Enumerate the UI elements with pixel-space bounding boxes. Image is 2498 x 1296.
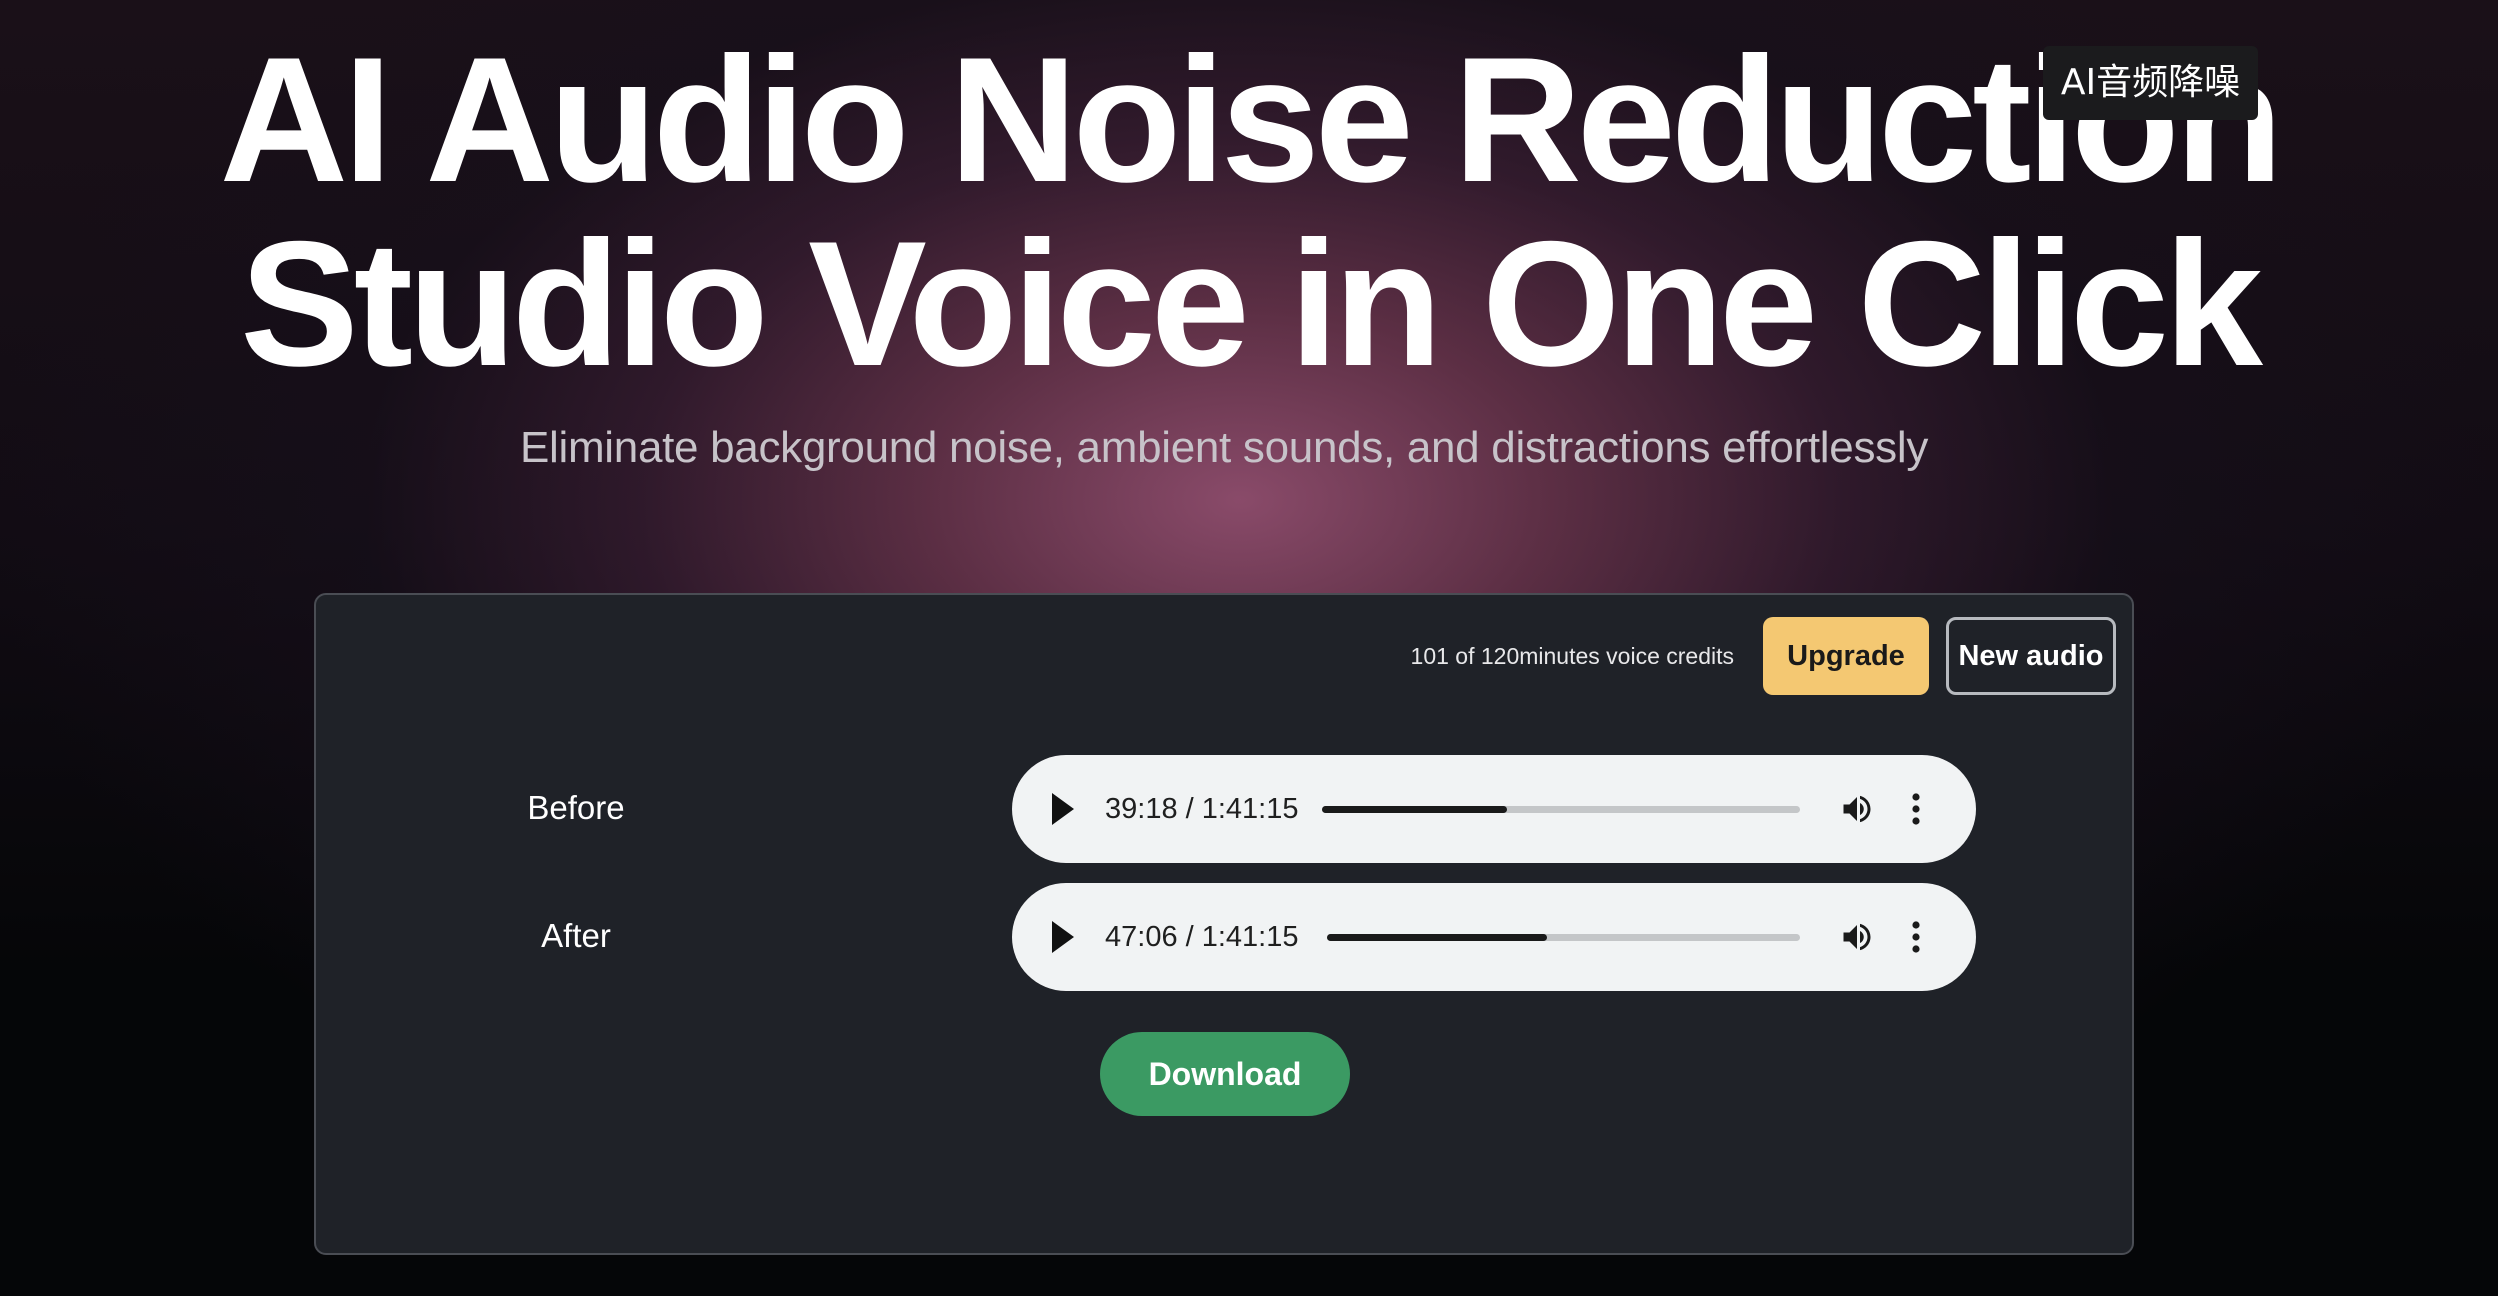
seek-bar[interactable]: [1327, 934, 1800, 941]
seek-bar[interactable]: [1322, 806, 1800, 813]
seek-progress: [1322, 806, 1508, 813]
upgrade-button[interactable]: Upgrade: [1763, 617, 1929, 695]
volume-icon[interactable]: [1839, 791, 1875, 827]
page: AI Audio Noise Reduction Studio Voice in…: [0, 0, 2498, 1296]
after-label: After: [541, 917, 611, 954]
more-vertical-icon[interactable]: [1910, 791, 1922, 827]
language-tooltip: AI音频降噪: [2043, 46, 2258, 120]
download-button[interactable]: Download: [1100, 1032, 1350, 1116]
hero-title-line-2: Studio Voice in One Click: [240, 204, 2263, 403]
seek-progress: [1327, 934, 1547, 941]
voice-credits-text: 101 of 120minutes voice credits: [1410, 643, 1734, 669]
time-readout: 47:06 / 1:41:15: [1105, 921, 1299, 953]
audio-panel: 101 of 120minutes voice credits Upgrade …: [314, 593, 2134, 1255]
before-label: Before: [527, 789, 625, 826]
play-icon[interactable]: [1052, 921, 1074, 953]
volume-icon[interactable]: [1839, 919, 1875, 955]
play-icon[interactable]: [1052, 793, 1074, 825]
hero-subtitle: Eliminate background noise, ambient soun…: [519, 423, 1929, 472]
new-audio-button[interactable]: New audio: [1946, 617, 2116, 695]
after-audio-player[interactable]: 47:06 / 1:41:15: [1012, 883, 1976, 991]
more-vertical-icon[interactable]: [1910, 919, 1922, 955]
before-audio-player[interactable]: 39:18 / 1:41:15: [1012, 755, 1976, 863]
time-readout: 39:18 / 1:41:15: [1105, 793, 1299, 825]
